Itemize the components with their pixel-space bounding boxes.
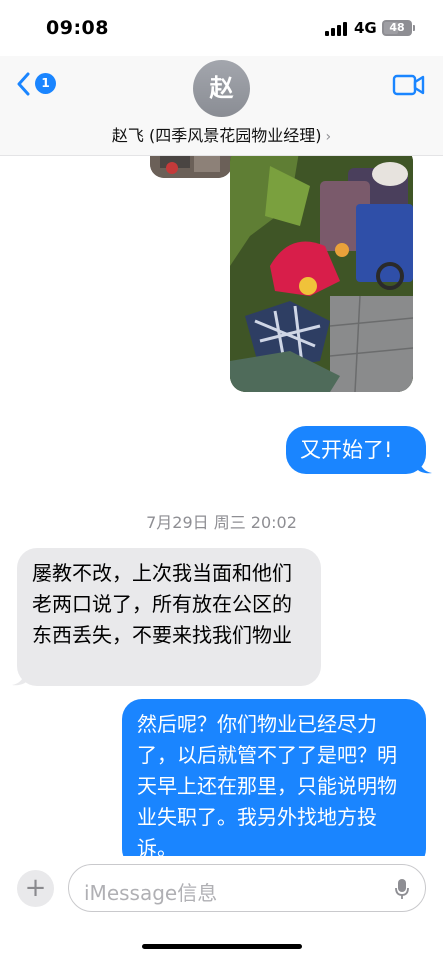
battery-level: 48 <box>389 21 405 34</box>
avatar[interactable]: 赵 <box>193 60 250 117</box>
network-type: 4G <box>354 19 377 37</box>
battery-cap <box>413 25 415 31</box>
bubble-tail <box>12 670 26 686</box>
battery-icon: 48 <box>382 20 412 36</box>
conversation-header: 1 赵 赵飞 (四季风景花园物业经理) › <box>0 56 443 156</box>
message-bubble-incoming[interactable]: 屡教不改，上次我当面和他们老两口说了，所有放在公区的东西丢失，不要来找我们物业 <box>17 548 321 686</box>
status-bar: 09:08 4G 48 <box>0 0 443 56</box>
back-button[interactable]: 1 <box>16 70 60 100</box>
message-thread[interactable]: 又开始了! 7月29日 周三 20:02 屡教不改，上次我当面和他们老两口说了，… <box>0 156 443 856</box>
contact-name: 赵飞 (四季风景花园物业经理) <box>111 126 322 145</box>
timestamp: 7月29日 周三 20:02 <box>146 513 297 532</box>
photo-attachment-partial[interactable] <box>150 156 232 178</box>
microphone-icon[interactable] <box>395 878 409 900</box>
home-indicator <box>142 944 302 949</box>
facetime-video-button[interactable] <box>392 72 426 98</box>
contact-name-button[interactable]: 赵飞 (四季风景花园物业经理) › <box>0 122 443 146</box>
signal-icon <box>325 22 347 36</box>
bubble-tail <box>418 458 432 474</box>
status-time: 09:08 <box>46 17 109 39</box>
compose-bar: + iMessage信息 <box>0 856 443 960</box>
chevron-right-icon: › <box>325 129 332 145</box>
apps-plus-button[interactable]: + <box>17 870 54 907</box>
message-bubble-outgoing[interactable]: 然后呢？你们物业已经尽力了，以后就管不了了是吧？明天早上还在那里，只能说明物业失… <box>122 699 426 856</box>
message-bubble-outgoing[interactable]: 又开始了! <box>286 426 426 474</box>
photo-attachment[interactable] <box>230 156 413 392</box>
chevron-left-icon <box>17 72 30 96</box>
unread-badge: 1 <box>35 73 56 94</box>
message-input[interactable]: iMessage信息 <box>68 864 426 912</box>
message-input-placeholder: iMessage信息 <box>84 881 218 905</box>
video-camera-icon <box>392 74 425 96</box>
